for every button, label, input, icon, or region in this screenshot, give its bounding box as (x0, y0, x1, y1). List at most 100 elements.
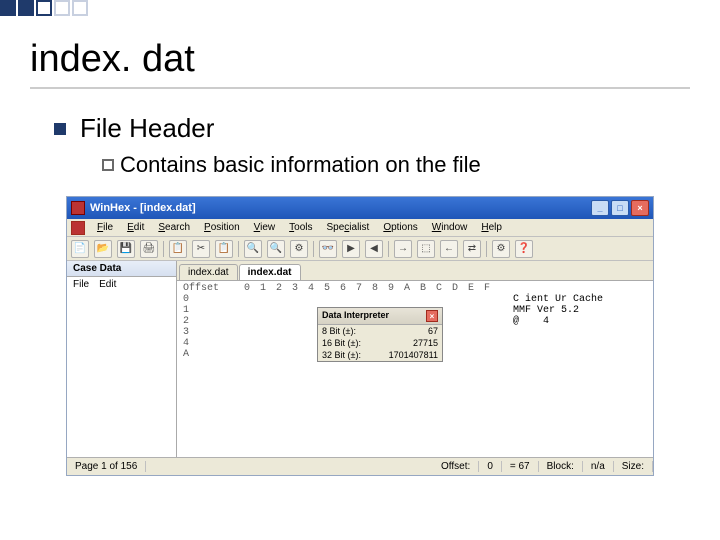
hex-byte[interactable] (431, 294, 447, 305)
hex-byte[interactable] (287, 294, 303, 305)
hex-col-header: 8 (367, 283, 383, 294)
minimize-button[interactable]: _ (591, 200, 609, 216)
hex-byte[interactable] (335, 294, 351, 305)
hex-byte[interactable] (463, 349, 479, 360)
hex-byte[interactable] (239, 349, 255, 360)
hex-byte[interactable] (239, 316, 255, 327)
hex-byte[interactable] (271, 305, 287, 316)
sidebar-file[interactable]: File (73, 279, 89, 290)
hex-byte[interactable] (255, 316, 271, 327)
deco-square (72, 0, 88, 16)
hex-byte[interactable] (319, 294, 335, 305)
maximize-button[interactable]: □ (611, 200, 629, 216)
hex-byte[interactable] (271, 327, 287, 338)
hex-byte[interactable] (255, 294, 271, 305)
sidebar-edit[interactable]: Edit (99, 279, 116, 290)
toolbar-button[interactable]: 🖨 (140, 240, 158, 258)
menu-position[interactable]: Position (198, 221, 246, 234)
hex-byte[interactable] (239, 327, 255, 338)
toolbar-button[interactable]: ← (440, 240, 458, 258)
toolbar-button[interactable]: → (394, 240, 412, 258)
close-button[interactable]: × (631, 200, 649, 216)
hex-byte[interactable] (239, 305, 255, 316)
hex-byte[interactable] (479, 316, 495, 327)
toolbar-button[interactable]: 🔍 (244, 240, 262, 258)
hex-byte[interactable] (367, 294, 383, 305)
hex-byte[interactable] (447, 338, 463, 349)
data-interpreter-close[interactable]: × (426, 310, 438, 322)
toolbar-button[interactable]: ⇄ (463, 240, 481, 258)
statusbar: Page 1 of 156 Offset: 0 = 67 Block: n/a … (67, 457, 653, 475)
hex-byte[interactable] (287, 349, 303, 360)
hex-byte[interactable] (271, 349, 287, 360)
toolbar-button[interactable]: ◀ (365, 240, 383, 258)
hex-byte[interactable] (255, 327, 271, 338)
hex-byte[interactable] (351, 294, 367, 305)
hex-byte[interactable] (447, 305, 463, 316)
hex-byte[interactable] (271, 294, 287, 305)
hex-byte[interactable] (447, 327, 463, 338)
hex-byte[interactable] (447, 349, 463, 360)
menu-search[interactable]: Search (152, 221, 196, 234)
hex-byte[interactable] (287, 338, 303, 349)
case-data-header: Case Data (67, 261, 176, 277)
hex-byte[interactable] (399, 294, 415, 305)
toolbar-button[interactable]: 📋 (215, 240, 233, 258)
hex-byte[interactable] (255, 338, 271, 349)
deco-square (36, 0, 52, 16)
toolbar-button[interactable]: 📄 (71, 240, 89, 258)
data-interpreter[interactable]: Data Interpreter × 8 Bit (±):67 16 Bit (… (317, 307, 443, 362)
hex-byte[interactable] (239, 294, 255, 305)
hex-byte[interactable] (255, 305, 271, 316)
hex-byte[interactable] (463, 305, 479, 316)
hex-byte[interactable] (479, 349, 495, 360)
toolbar-button[interactable]: ⚙ (492, 240, 510, 258)
menu-help[interactable]: Help (475, 221, 508, 234)
hex-byte[interactable] (271, 316, 287, 327)
hex-byte[interactable] (287, 305, 303, 316)
hex-byte[interactable] (287, 316, 303, 327)
hex-byte[interactable] (383, 294, 399, 305)
hex-byte[interactable] (415, 294, 431, 305)
hex-byte[interactable] (447, 294, 463, 305)
hex-col-header: 6 (335, 283, 351, 294)
toolbar-button[interactable]: ✂ (192, 240, 210, 258)
menu-specialist[interactable]: Specialist (321, 221, 376, 234)
hex-row[interactable]: 0C ient Ur Cache (177, 294, 653, 305)
hex-byte[interactable] (463, 338, 479, 349)
menu-window[interactable]: Window (426, 221, 474, 234)
tab-index-dat[interactable]: index.dat (179, 264, 238, 280)
interp-16bit-label: 16 Bit (±): (322, 338, 361, 348)
menu-tools[interactable]: Tools (283, 221, 318, 234)
hex-byte[interactable] (255, 349, 271, 360)
toolbar-button[interactable]: ⬚ (417, 240, 435, 258)
hex-byte[interactable] (463, 316, 479, 327)
toolbar-button[interactable]: ⚙ (290, 240, 308, 258)
hex-byte[interactable] (479, 294, 495, 305)
status-offset: 0 (479, 461, 502, 472)
menu-view[interactable]: View (248, 221, 282, 234)
hex-byte[interactable] (287, 327, 303, 338)
hex-byte[interactable] (463, 294, 479, 305)
hex-byte[interactable] (239, 338, 255, 349)
hex-byte[interactable] (463, 327, 479, 338)
titlebar[interactable]: WinHex - [index.dat] _ □ × (67, 197, 653, 219)
toolbar-button[interactable]: ▶ (342, 240, 360, 258)
toolbar-button[interactable]: 📂 (94, 240, 112, 258)
toolbar-button[interactable]: 📋 (169, 240, 187, 258)
hex-byte[interactable] (271, 338, 287, 349)
hex-byte[interactable] (479, 338, 495, 349)
hex-col-header: F (479, 283, 495, 294)
menu-options[interactable]: Options (377, 221, 423, 234)
hex-byte[interactable] (479, 327, 495, 338)
hex-byte[interactable] (303, 294, 319, 305)
toolbar-button[interactable]: 👓 (319, 240, 337, 258)
hex-byte[interactable] (447, 316, 463, 327)
toolbar-button[interactable]: 💾 (117, 240, 135, 258)
hex-byte[interactable] (479, 305, 495, 316)
menu-edit[interactable]: Edit (121, 221, 150, 234)
toolbar-button[interactable]: 🔍 (267, 240, 285, 258)
toolbar-button[interactable]: ❓ (515, 240, 533, 258)
menu-file[interactable]: File (91, 221, 119, 234)
tab-index-dat-active[interactable]: index.dat (239, 264, 301, 280)
